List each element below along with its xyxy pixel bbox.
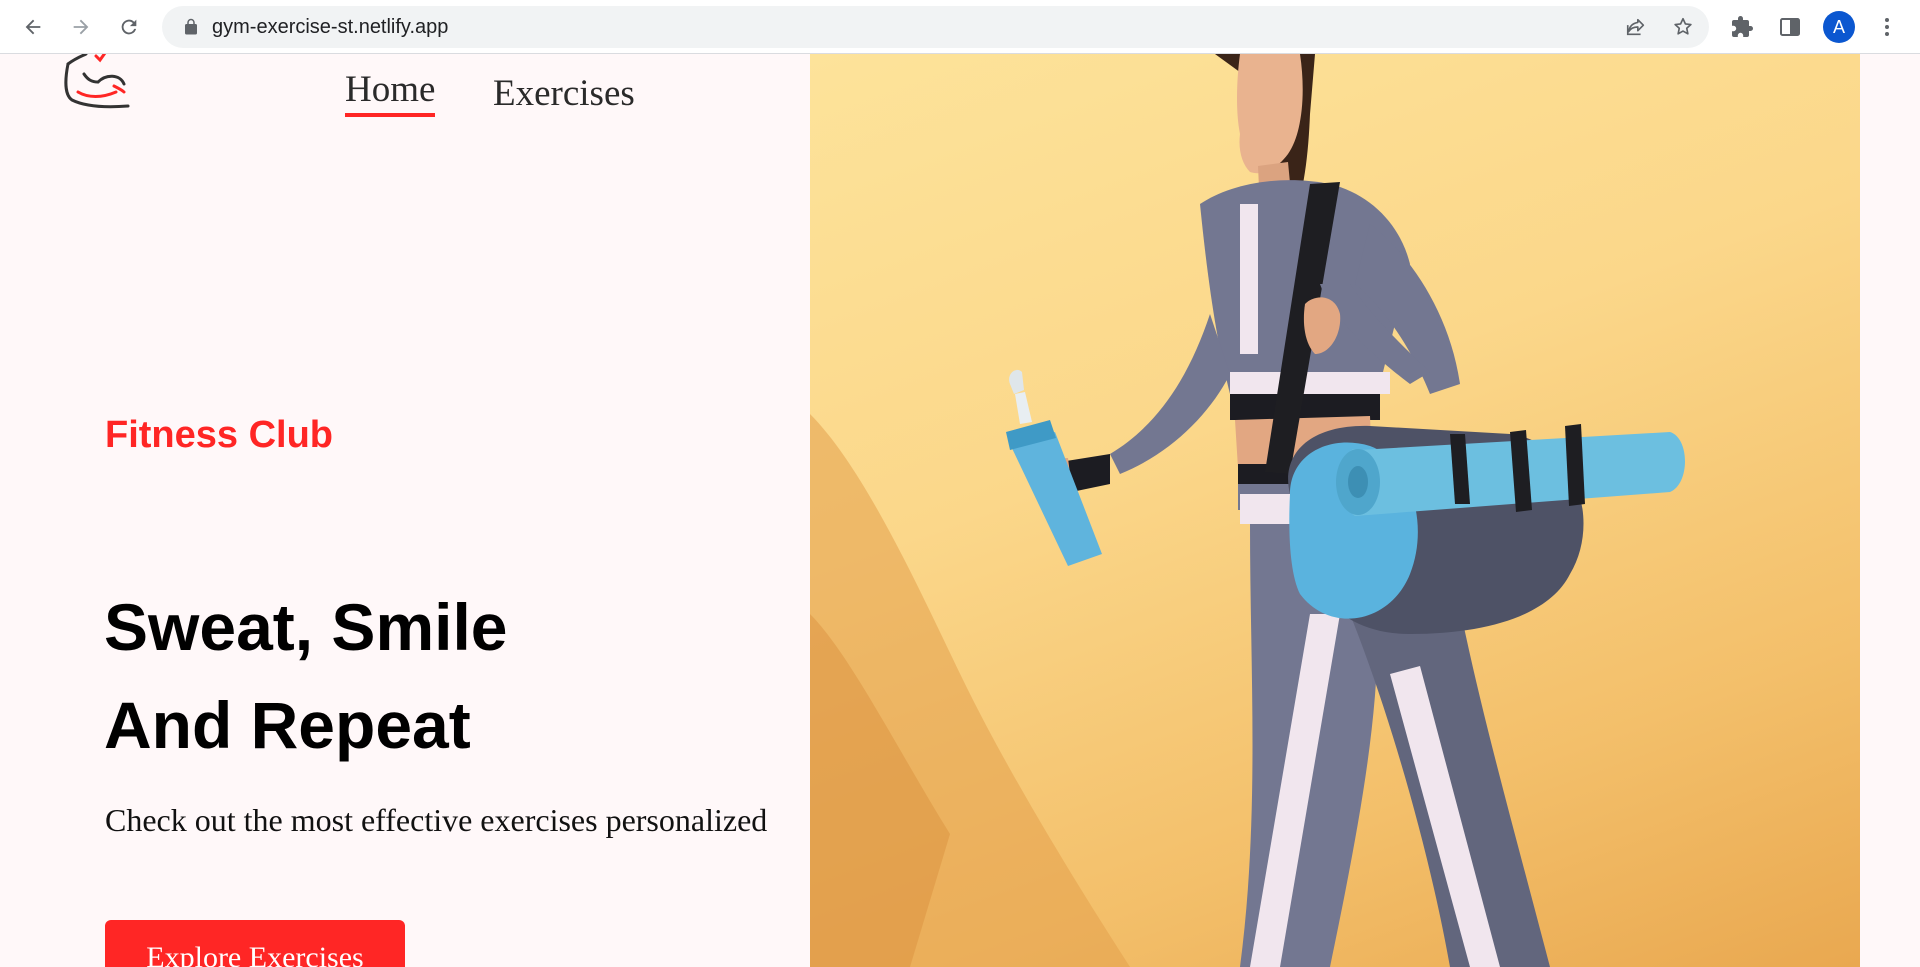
reload-icon <box>121 19 137 35</box>
hero-description: Check out the most effective exercises p… <box>105 802 768 838</box>
nav-home-link[interactable]: Home <box>345 68 436 117</box>
profile-avatar[interactable]: A <box>1823 11 1855 43</box>
web-page: Home Exercises Fitness Club Sweat, Smile… <box>0 54 1920 967</box>
menu-dots-icon[interactable] <box>1873 13 1901 41</box>
back-arrow-icon <box>25 19 41 35</box>
url-text[interactable]: gym-exercise-st.netlify.app <box>212 6 448 48</box>
browser-toolbar: gym-exercise-st.netlify.app A <box>0 0 1920 54</box>
back-button[interactable] <box>17 11 49 43</box>
extensions-icon[interactable] <box>1728 13 1756 41</box>
hero-subtitle: Fitness Club <box>105 414 334 456</box>
share-icon[interactable] <box>1624 15 1648 39</box>
reload-button[interactable] <box>113 11 145 43</box>
hero-title-line-1: Sweat, Smile <box>104 590 508 664</box>
explore-exercises-button[interactable]: Explore Exercises <box>105 920 405 967</box>
lock-icon[interactable] <box>182 18 200 36</box>
forward-button[interactable] <box>65 11 97 43</box>
nav-exercises-link[interactable]: Exercises <box>493 72 635 115</box>
forward-arrow-icon <box>73 19 89 35</box>
side-panel-icon[interactable] <box>1776 13 1804 41</box>
star-icon[interactable] <box>1671 15 1695 39</box>
flexed-bicep-logo-icon[interactable] <box>58 54 132 116</box>
address-bar[interactable]: gym-exercise-st.netlify.app <box>162 6 1709 48</box>
woman-with-gym-bag-illustration <box>810 54 1685 967</box>
hero-title: Sweat, Smile And Repeat <box>104 578 804 774</box>
hero-title-line-2: And Repeat <box>104 688 471 762</box>
hero-image <box>810 54 1860 967</box>
